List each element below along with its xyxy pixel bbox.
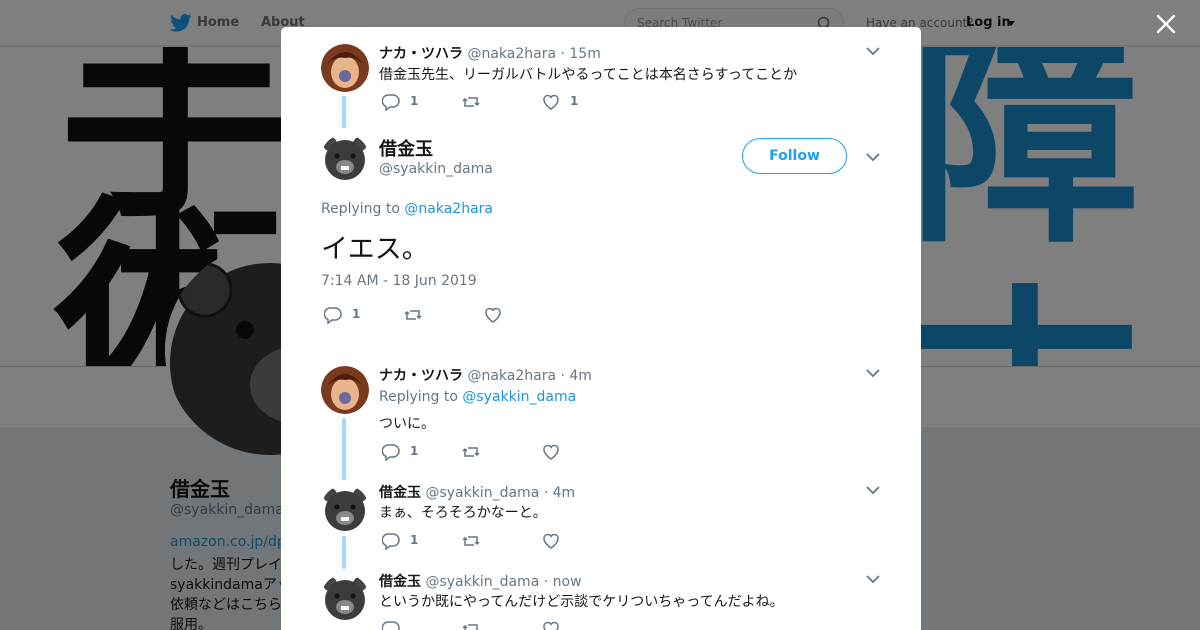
tweet-actions bbox=[382, 620, 622, 630]
close-icon[interactable] bbox=[1155, 13, 1177, 35]
thread-line bbox=[342, 418, 346, 480]
user-handle[interactable]: @syakkin_dama bbox=[425, 485, 539, 501]
reply-icon bbox=[382, 94, 400, 111]
thread-line bbox=[342, 536, 346, 569]
heart-icon bbox=[543, 444, 559, 460]
heart-icon bbox=[543, 533, 559, 549]
tweet-header: ナカ・ツハラ @naka2hara · 15m bbox=[379, 43, 601, 63]
reply-count: 1 bbox=[410, 533, 419, 547]
tweet-time[interactable]: · 15m bbox=[561, 46, 601, 62]
avatar[interactable] bbox=[321, 485, 369, 533]
tweet-text: まぁ、そろそろかなーと。 bbox=[379, 505, 547, 521]
tweet-actions: 1 bbox=[382, 532, 622, 550]
replying-to: Replying to @syakkin_dama bbox=[379, 389, 576, 405]
user-handle[interactable]: @naka2hara bbox=[467, 368, 556, 384]
avatar[interactable] bbox=[321, 574, 369, 622]
bear-avatar-icon bbox=[321, 574, 369, 622]
chevron-down-icon[interactable] bbox=[866, 486, 880, 495]
user-name[interactable]: 借金玉 bbox=[379, 485, 421, 501]
user-handle[interactable]: @syakkin_dama bbox=[425, 574, 539, 590]
tweet-time[interactable]: · 4m bbox=[544, 485, 575, 501]
thread-line bbox=[342, 96, 346, 128]
replying-prefix: Replying to bbox=[379, 389, 458, 405]
user-handle[interactable]: @syakkin_dama bbox=[379, 161, 493, 177]
main-tweet-timestamp[interactable]: 7:14 AM - 18 Jun 2019 bbox=[321, 273, 477, 289]
tweet-text: というか既にやってんだけど示談でケリついちゃってんだよね。 bbox=[379, 594, 784, 610]
retweet-icon bbox=[462, 624, 479, 630]
tweet-text: ついに。 bbox=[379, 416, 435, 432]
reply-count: 1 bbox=[410, 444, 419, 458]
tweet-actions: 1 bbox=[324, 306, 564, 324]
main-tweet-text: イエス。 bbox=[321, 234, 429, 265]
tweet-header: 借金玉 @syakkin_dama · 4m bbox=[379, 482, 575, 502]
tweet-text: 借金玉先生、リーガルバトルやるってことは本名さらすってことか bbox=[379, 67, 798, 83]
bear-avatar-icon bbox=[321, 485, 369, 533]
retweet-icon bbox=[462, 447, 480, 457]
user-name[interactable]: ナカ・ツハラ bbox=[379, 46, 463, 62]
like-count: 1 bbox=[570, 94, 579, 108]
replying-to: Replying to @naka2hara bbox=[321, 201, 493, 217]
retweet-icon bbox=[462, 536, 480, 546]
chevron-down-icon[interactable] bbox=[866, 575, 880, 584]
chevron-down-icon[interactable] bbox=[866, 47, 880, 56]
tweet-header: ナカ・ツハラ @naka2hara · 4m bbox=[379, 365, 592, 385]
avatar[interactable] bbox=[321, 134, 369, 182]
heart-icon bbox=[543, 94, 559, 110]
reply-icon bbox=[382, 533, 400, 550]
retweet-icon bbox=[404, 310, 422, 320]
bear-avatar-icon bbox=[321, 134, 369, 182]
page: Home About Search Twitter Have an accoun… bbox=[0, 0, 1200, 630]
user-handle[interactable]: @naka2hara bbox=[467, 46, 556, 62]
tweet-actions: 1 bbox=[382, 443, 622, 461]
person-avatar-icon bbox=[321, 44, 369, 92]
avatar[interactable] bbox=[321, 366, 369, 414]
retweet-icon bbox=[462, 97, 480, 107]
reply-icon bbox=[382, 444, 400, 461]
mention-link[interactable]: @syakkin_dama bbox=[462, 389, 576, 405]
follow-button[interactable]: Follow bbox=[742, 138, 847, 174]
tweet-time[interactable]: · now bbox=[544, 574, 582, 590]
reply-count: 1 bbox=[410, 94, 419, 108]
heart-icon bbox=[485, 307, 501, 323]
user-name[interactable]: 借金玉 bbox=[379, 574, 421, 590]
mention-link[interactable]: @naka2hara bbox=[404, 201, 493, 217]
tweet-time[interactable]: · 4m bbox=[561, 368, 592, 384]
avatar[interactable] bbox=[321, 44, 369, 92]
reply-icon bbox=[382, 621, 400, 630]
tweet-modal: ナカ・ツハラ @naka2hara · 15m 借金玉先生、リーガルバトルやるっ… bbox=[281, 27, 921, 630]
tweet-header: 借金玉 @syakkin_dama · now bbox=[379, 571, 582, 591]
tweet-actions: 1 1 bbox=[382, 93, 622, 111]
chevron-down-icon[interactable] bbox=[866, 153, 880, 162]
user-name[interactable]: 借金玉 bbox=[379, 135, 433, 161]
person-avatar-icon bbox=[321, 366, 369, 414]
user-name[interactable]: ナカ・ツハラ bbox=[379, 368, 463, 384]
reply-count: 1 bbox=[352, 307, 361, 321]
reply-icon bbox=[324, 307, 342, 324]
heart-icon bbox=[543, 621, 559, 630]
chevron-down-icon[interactable] bbox=[866, 369, 880, 378]
replying-prefix: Replying to bbox=[321, 201, 400, 217]
